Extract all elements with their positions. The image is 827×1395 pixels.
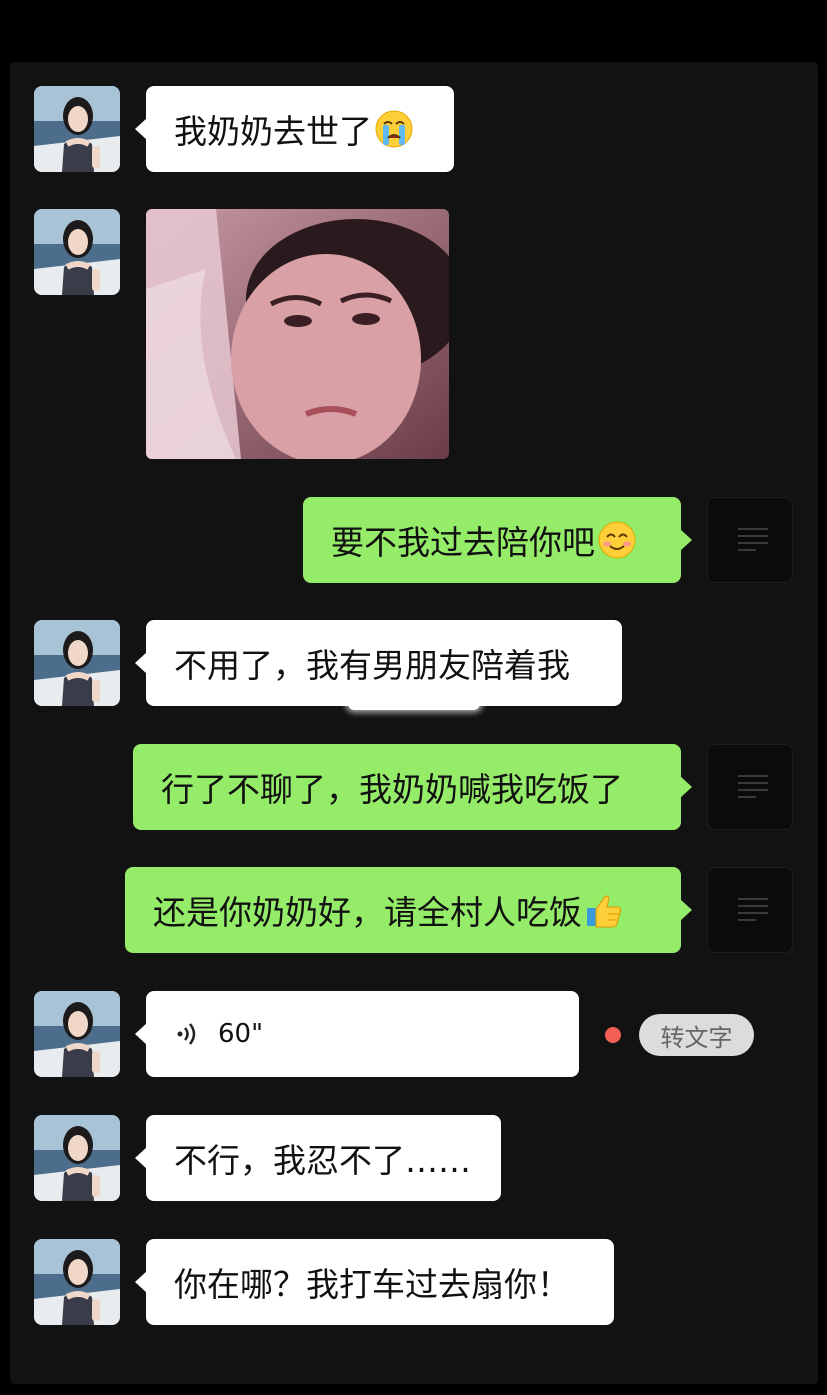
message-bubble-outgoing[interactable]: 还是你奶奶好，请全村人吃饭 xyxy=(125,867,692,953)
message-text: 我奶奶去世了 xyxy=(174,112,372,151)
voice-duration: 60" xyxy=(218,1019,264,1049)
message-bubble-outgoing[interactable]: 行了不聊了，我奶奶喊我吃饭了 xyxy=(133,744,692,830)
self-avatar[interactable] xyxy=(707,744,793,830)
contact-avatar[interactable] xyxy=(34,1239,120,1325)
message-bubble-incoming[interactable]: 不用了，我有男朋友陪着我 xyxy=(135,620,622,706)
thumbs-up-emoji xyxy=(584,890,624,930)
smiling-face-emoji xyxy=(597,520,637,560)
contact-avatar[interactable] xyxy=(34,620,120,706)
contact-avatar[interactable] xyxy=(34,86,120,172)
unread-dot xyxy=(605,1027,621,1043)
contact-avatar[interactable] xyxy=(34,991,120,1077)
message-bubble-incoming[interactable]: 我奶奶去世了 xyxy=(135,86,454,172)
self-avatar[interactable] xyxy=(707,867,793,953)
transcribe-button[interactable]: 转文字 xyxy=(639,1014,754,1056)
message-bubble-incoming[interactable]: 不行，我忍不了…… xyxy=(135,1115,501,1201)
message-text: 还是你奶奶好，请全村人吃饭 xyxy=(153,893,582,932)
message-bubble-incoming[interactable]: 你在哪？我打车过去扇你！ xyxy=(135,1239,614,1325)
chat-screen: 我奶奶去世了 要不我过去陪你吧 不用了，我有男朋友陪着我 行了不聊了，我奶奶喊我… xyxy=(0,0,827,1395)
contact-avatar[interactable] xyxy=(34,209,120,295)
self-avatar[interactable] xyxy=(707,497,793,583)
voice-message-bubble[interactable]: 60" xyxy=(135,991,579,1077)
contact-avatar[interactable] xyxy=(34,1115,120,1201)
message-text: 要不我过去陪你吧 xyxy=(331,523,595,562)
message-text: 你在哪？我打车过去扇你！ xyxy=(174,1265,570,1304)
crying-face-emoji xyxy=(374,109,414,149)
message-bubble-outgoing[interactable]: 要不我过去陪你吧 xyxy=(303,497,692,583)
message-text: 行了不聊了，我奶奶喊我吃饭了 xyxy=(161,770,623,809)
blur-smudge xyxy=(348,697,480,710)
message-text: 不行，我忍不了…… xyxy=(174,1141,471,1180)
voice-wave-icon xyxy=(174,1019,204,1049)
image-message[interactable] xyxy=(146,209,449,459)
message-text: 不用了，我有男朋友陪着我 xyxy=(174,646,570,685)
